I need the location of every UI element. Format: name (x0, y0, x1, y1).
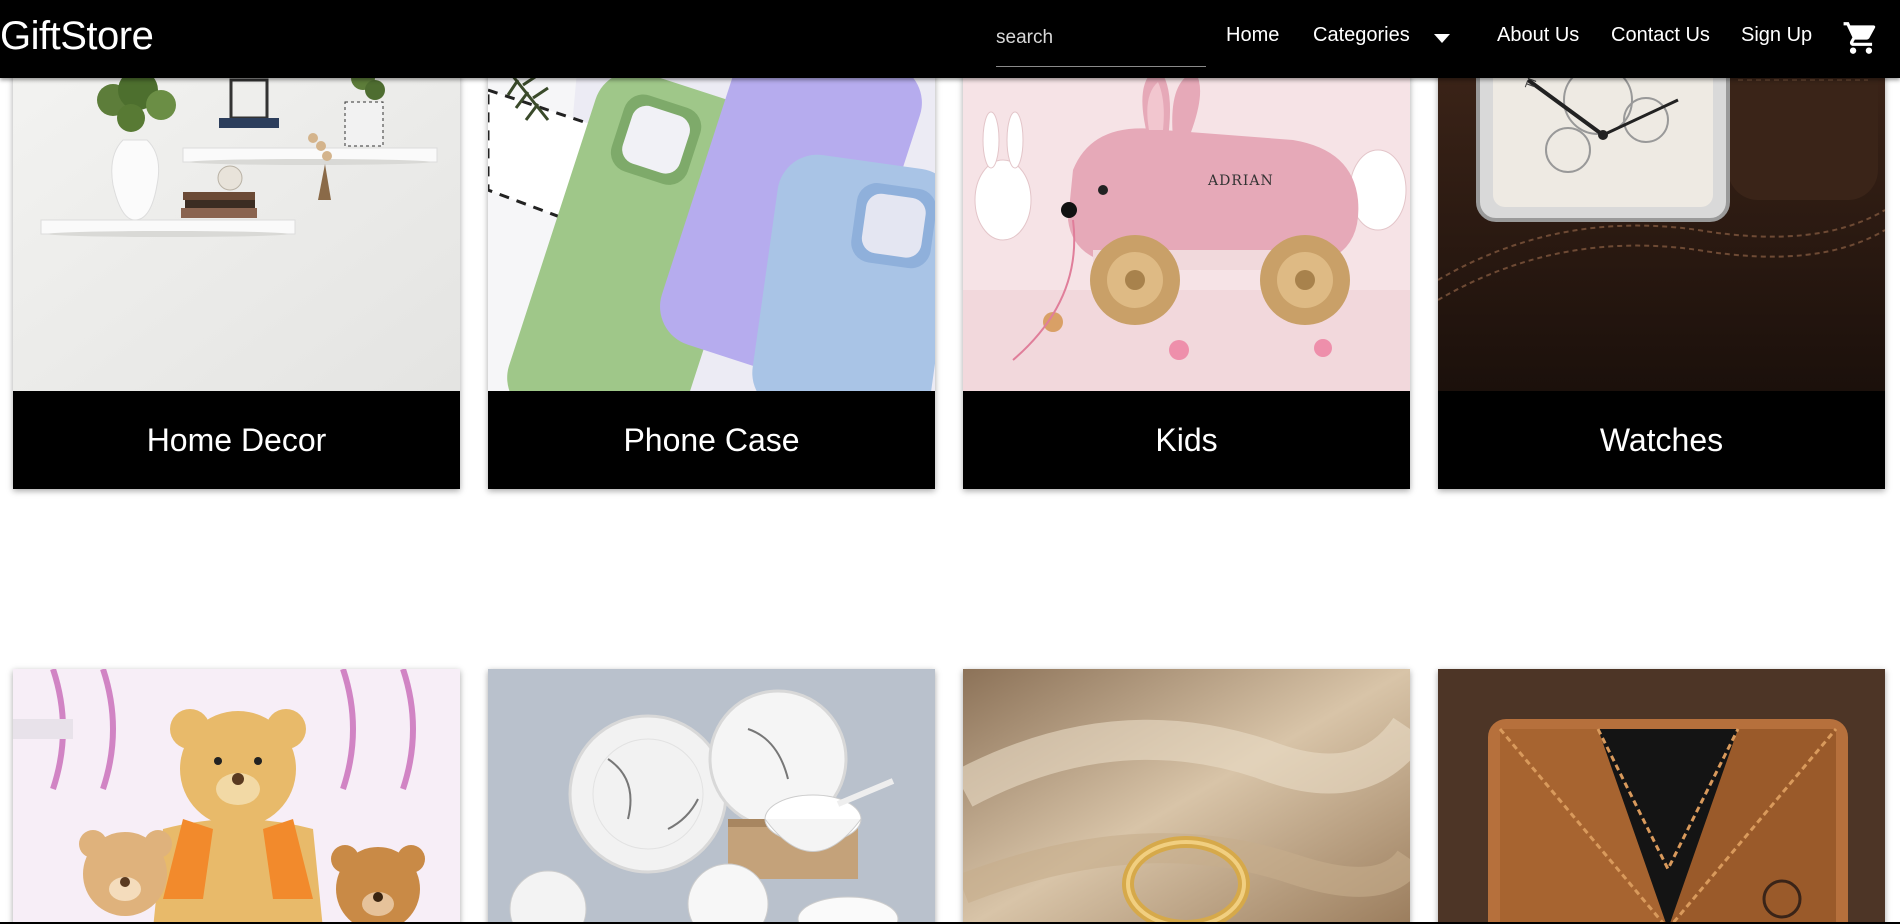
category-card-soft-toys[interactable] (13, 669, 460, 924)
category-card-wallets[interactable] (1438, 669, 1885, 924)
category-card-phone-case[interactable]: Phone Case (488, 60, 935, 489)
category-card-kids[interactable]: ADRIAN Kids (963, 60, 1410, 489)
category-card-watches[interactable]: TITAN Watches (1438, 60, 1885, 489)
wallets-image (1438, 669, 1885, 924)
category-label: Phone Case (488, 391, 935, 489)
category-label: Kids (963, 391, 1410, 489)
nav-categories-link[interactable]: Categories (1313, 24, 1410, 47)
watches-image: TITAN (1438, 60, 1885, 391)
soft-toys-image (13, 669, 460, 924)
crockery-image (488, 669, 935, 924)
page: GiftStore Home Categories About Us Conta… (0, 0, 1900, 924)
svg-text:ADRIAN: ADRIAN (1207, 173, 1274, 189)
search-input[interactable] (996, 24, 1206, 52)
home-decor-image (13, 60, 460, 391)
category-card-jewellery[interactable] (963, 669, 1410, 924)
category-card-home-decor[interactable]: Home Decor (13, 60, 460, 489)
search-box (996, 18, 1206, 67)
category-card-crockery[interactable] (488, 669, 935, 924)
shopping-cart-icon[interactable] (1842, 19, 1880, 57)
phone-case-image (488, 60, 935, 391)
caret-down-icon[interactable] (1434, 34, 1450, 43)
category-label: Home Decor (13, 391, 460, 489)
category-label: Watches (1438, 391, 1885, 489)
top-navbar: GiftStore Home Categories About Us Conta… (0, 0, 1900, 78)
nav-signup-link[interactable]: Sign Up (1741, 24, 1812, 47)
brand-logo[interactable]: GiftStore (0, 14, 154, 59)
kids-image: ADRIAN (963, 60, 1410, 391)
nav-home-link[interactable]: Home (1226, 24, 1279, 47)
nav-contact-link[interactable]: Contact Us (1611, 24, 1710, 47)
nav-about-link[interactable]: About Us (1497, 24, 1579, 47)
jewellery-image (963, 669, 1410, 924)
